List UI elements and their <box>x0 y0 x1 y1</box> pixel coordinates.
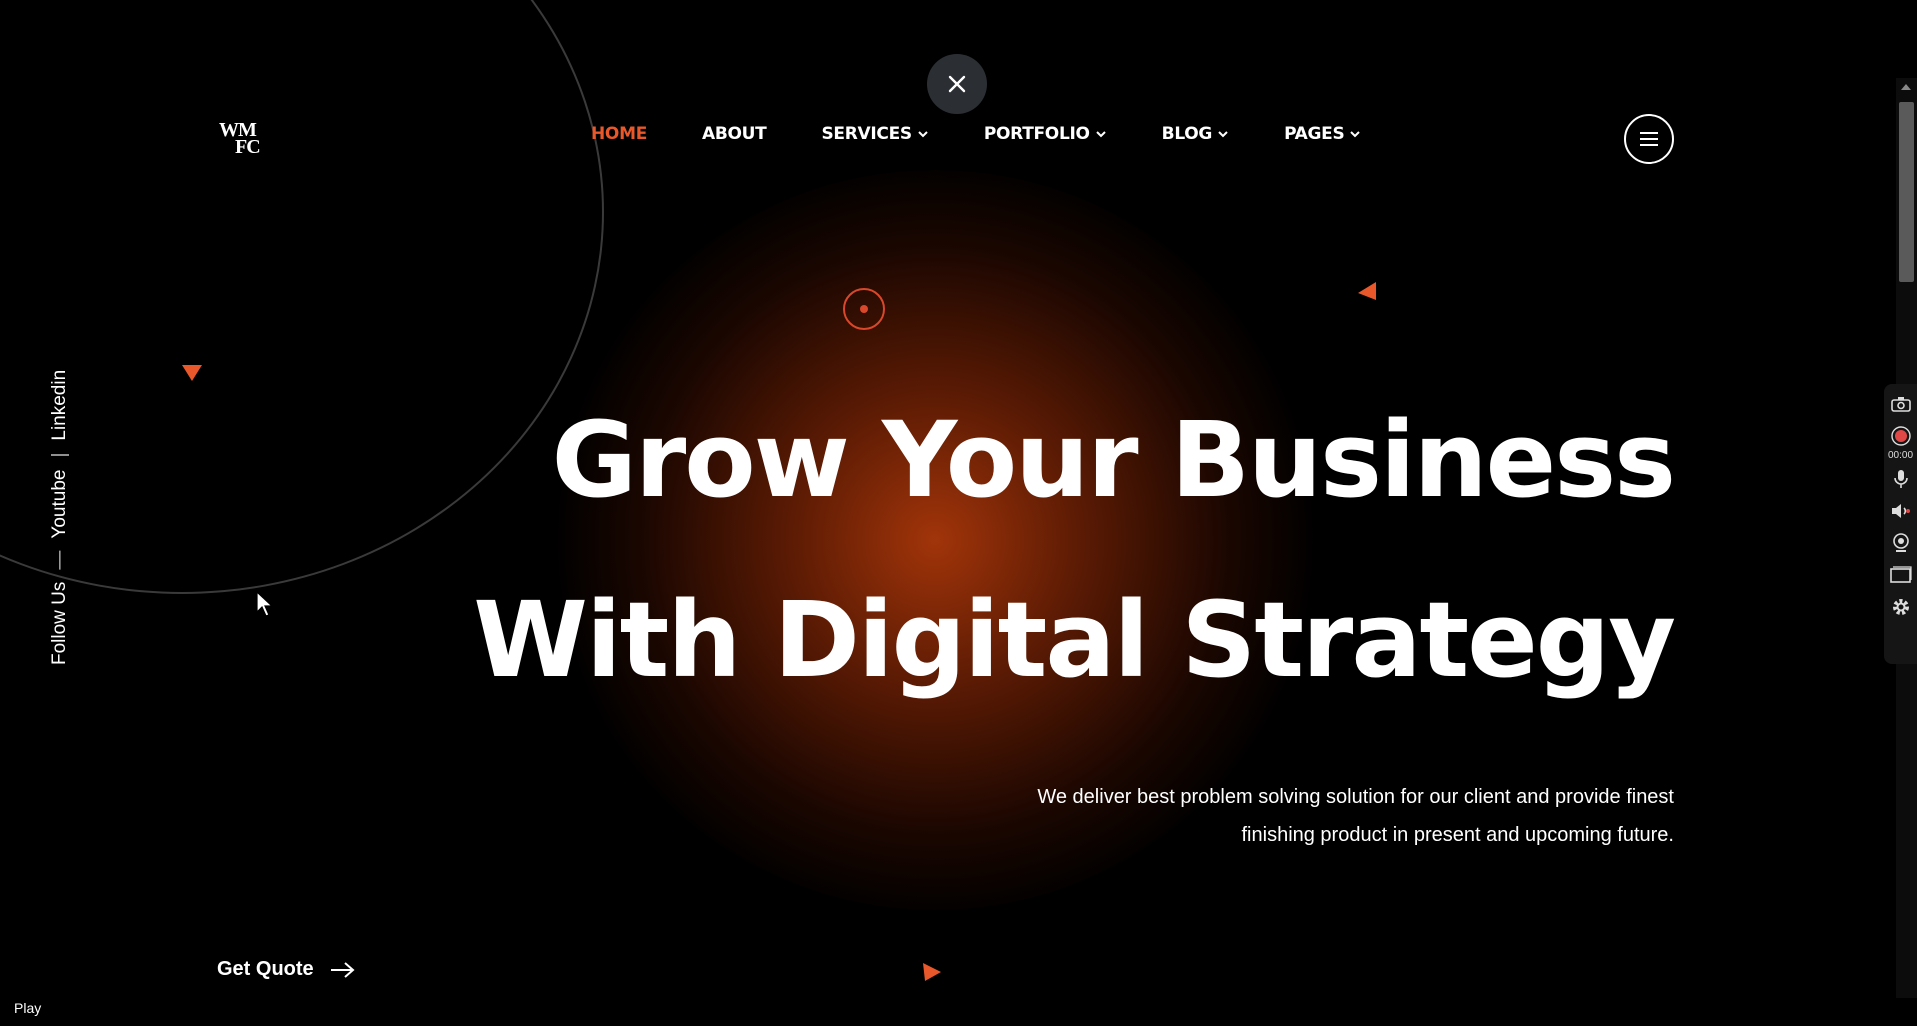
scroll-up-arrow-icon[interactable] <box>1901 84 1911 90</box>
chevron-down-icon <box>1095 131 1106 138</box>
headline-line-1: Grow Your Business <box>551 399 1676 521</box>
page: WM FC HOME ABOUT SERVICES PORTFOLIO BLOG… <box>0 0 1917 1026</box>
nav-item-blog[interactable]: BLOG <box>1162 124 1229 144</box>
camera-button[interactable] <box>1889 392 1913 416</box>
screen-recorder-toolbar: 00:00 <box>1884 384 1917 664</box>
screen-button[interactable] <box>1889 563 1913 587</box>
linkedin-link[interactable]: Linkedin <box>49 370 71 441</box>
main-nav: HOME ABOUT SERVICES PORTFOLIO BLOG PAGES <box>591 124 1416 144</box>
get-quote-label: Get Quote <box>217 958 314 980</box>
chevron-down-icon <box>1350 131 1361 138</box>
microphone-icon <box>1893 470 1908 488</box>
site-logo[interactable]: WM FC <box>219 120 267 162</box>
chevron-down-icon <box>918 131 928 138</box>
youtube-link[interactable]: Youtube <box>49 470 71 539</box>
subtext-line-1: We deliver best problem solving solution… <box>1037 786 1674 808</box>
nav-label: PAGES <box>1284 124 1345 144</box>
hero-subtext: We deliver best problem solving solution… <box>914 778 1674 854</box>
follow-us-label: Follow Us <box>49 581 70 665</box>
social-divider: | <box>49 452 70 458</box>
nav-label: SERVICES <box>821 124 912 144</box>
camera-icon <box>1890 397 1911 412</box>
social-dash: — <box>49 550 70 570</box>
play-label[interactable]: Play <box>14 1000 41 1016</box>
screen-icon <box>1889 566 1912 583</box>
nav-label: PORTFOLIO <box>983 124 1090 144</box>
gear-icon <box>1892 599 1909 615</box>
speaker-button[interactable] <box>1889 499 1913 523</box>
nav-label: BLOG <box>1161 124 1213 144</box>
record-timer: 00:00 <box>1887 450 1914 461</box>
triangle-decoration <box>1358 282 1376 300</box>
nav-item-pages[interactable]: PAGES <box>1284 124 1361 144</box>
record-button[interactable] <box>1889 424 1913 448</box>
hero-headline: Grow Your Business With Digital Strategy <box>473 370 1676 730</box>
speaker-icon <box>1891 504 1910 518</box>
microphone-button[interactable] <box>1889 467 1913 491</box>
hamburger-icon <box>1640 132 1658 146</box>
nav-item-portfolio[interactable]: PORTFOLIO <box>984 124 1107 144</box>
chevron-down-icon <box>1218 131 1228 138</box>
webcam-button[interactable] <box>1889 531 1913 555</box>
close-icon <box>948 75 966 93</box>
get-quote-button[interactable]: Get Quote <box>217 958 356 981</box>
social-links: Follow Us — Youtube | Linkedin <box>49 370 71 665</box>
hamburger-menu-button[interactable] <box>1624 114 1674 164</box>
nav-item-services[interactable]: SERVICES <box>821 124 928 144</box>
triangle-decoration <box>923 963 941 981</box>
headline-line-2: With Digital Strategy <box>473 579 1676 701</box>
record-icon <box>1890 426 1911 446</box>
triangle-decoration <box>182 365 202 381</box>
settings-button[interactable] <box>1889 595 1913 619</box>
nav-item-home[interactable]: HOME <box>591 124 647 144</box>
target-circle-decoration <box>843 288 885 330</box>
nav-item-about[interactable]: ABOUT <box>702 124 767 144</box>
close-button[interactable] <box>927 54 987 114</box>
nav-label: ABOUT <box>702 124 767 144</box>
nav-label: HOME <box>591 124 648 144</box>
webcam-icon <box>1892 533 1909 552</box>
arrow-right-icon <box>330 961 355 978</box>
mouse-cursor-icon <box>256 591 274 617</box>
subtext-line-2: finishing product in present and upcomin… <box>1241 824 1675 846</box>
logo-line-2: FC <box>235 136 261 158</box>
scrollbar-thumb[interactable] <box>1899 102 1914 282</box>
